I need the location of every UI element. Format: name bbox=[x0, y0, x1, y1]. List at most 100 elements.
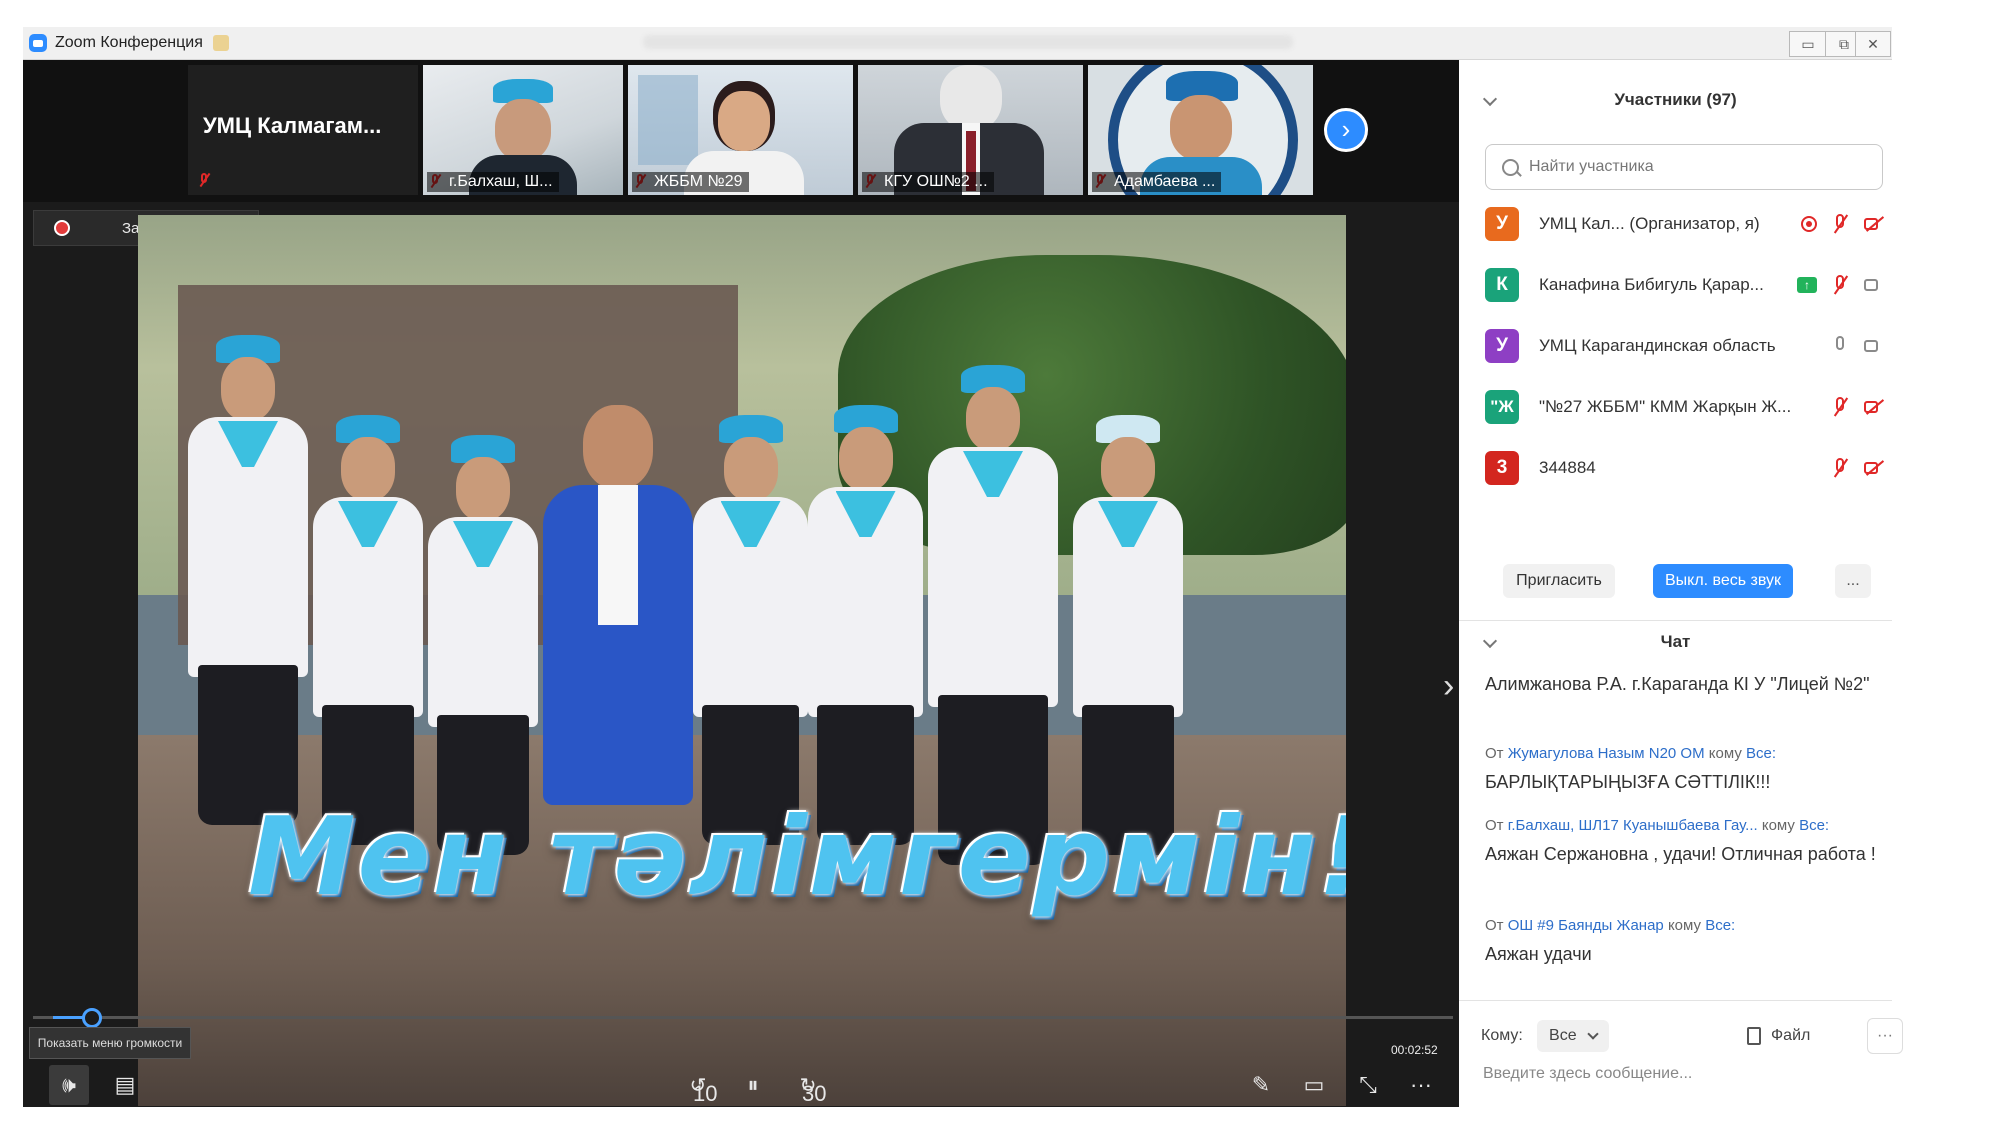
chat-sender[interactable]: Жумагулова Назым N20 ОМ bbox=[1508, 745, 1705, 762]
recipient-select[interactable]: Все bbox=[1536, 1020, 1609, 1052]
caption-icon[interactable]: ▭ bbox=[1294, 1065, 1334, 1105]
shared-video[interactable]: Мен тәлімгермін! bbox=[138, 215, 1346, 1106]
forward-30-button[interactable]: ↻ 30 bbox=[788, 1065, 828, 1106]
more-options-icon[interactable]: ··· bbox=[1401, 1065, 1441, 1105]
camera-off-icon[interactable] bbox=[1863, 396, 1885, 418]
chat-icon[interactable]: ▤ bbox=[105, 1065, 145, 1105]
chevron-right-icon: › bbox=[1341, 114, 1351, 144]
participant-search-input[interactable] bbox=[1527, 157, 1871, 177]
video-tile[interactable]: г.Балхаш, Ш... bbox=[423, 65, 623, 195]
self-tile[interactable]: УМЦ Калмагам... bbox=[188, 65, 418, 195]
chat-title: Чат bbox=[1660, 632, 1691, 651]
tile-name: ЖББМ №29 bbox=[632, 172, 749, 192]
mic-muted-icon bbox=[198, 173, 210, 187]
camera-off-icon[interactable] bbox=[1863, 457, 1885, 479]
zoom-window: Zoom Конференция ▭ ⧉ ✕ УМЦ Калмагам... г… bbox=[23, 27, 1903, 1107]
share-screen-icon: ↑ bbox=[1797, 277, 1817, 293]
chat-recipient[interactable]: Все: bbox=[1705, 917, 1735, 934]
right-panel: Участники (97) У УМЦ Кал... (Организатор… bbox=[1459, 60, 1903, 1107]
chat-message-input[interactable] bbox=[1481, 1064, 1885, 1084]
chat-more-button[interactable]: ··· bbox=[1867, 1018, 1903, 1054]
shield-icon[interactable] bbox=[212, 35, 229, 51]
exit-fullscreen-icon[interactable]: ⤡ bbox=[1348, 1065, 1388, 1105]
participants-title: Участники (97) bbox=[1614, 90, 1737, 109]
chat-message: От г.Балхаш, ШЛ17 Куанышбаева Гау... ком… bbox=[1485, 812, 1880, 868]
participant-name: "№27 ЖББМ" КММ Жарқын Ж... bbox=[1539, 397, 1792, 416]
chat-recipient[interactable]: Все: bbox=[1799, 817, 1829, 834]
participant-row[interactable]: 3 344884 bbox=[1485, 446, 1885, 490]
mic-muted-icon[interactable] bbox=[1829, 457, 1851, 479]
avatar: К bbox=[1485, 268, 1519, 302]
file-button[interactable]: Файл bbox=[1747, 1027, 1810, 1045]
chat-message-text: Аяжан удачи bbox=[1485, 944, 1592, 964]
participant-row[interactable]: У УМЦ Карагандинская область bbox=[1485, 324, 1885, 368]
pause-button[interactable]: ⏸ bbox=[733, 1065, 773, 1105]
mute-all-button[interactable]: Выкл. весь звук bbox=[1653, 564, 1793, 598]
camera-off-icon[interactable] bbox=[1863, 213, 1885, 235]
participant-row[interactable]: К Канафина Бибигуль Қарар... ↑ bbox=[1485, 263, 1885, 307]
rewind-10-button[interactable]: ↺ 10 bbox=[678, 1065, 718, 1106]
tile-name: КГУ ОШ№2 ... bbox=[862, 172, 994, 192]
avatar: "Ж bbox=[1485, 390, 1519, 424]
chat-message-text: БАРЛЫҚТАРЫҢЫЗҒА СӘТТІЛІК!!! bbox=[1485, 772, 1771, 792]
recording-icon bbox=[1801, 216, 1817, 232]
next-page-button[interactable]: › bbox=[1324, 108, 1368, 152]
participant-name: УМЦ Кал... (Организатор, я) bbox=[1539, 214, 1760, 233]
volume-tooltip: Показать меню громкости bbox=[29, 1027, 191, 1059]
chat-message: От Жумагулова Назым N20 ОМ кому Все: БАР… bbox=[1485, 740, 1880, 796]
video-tile[interactable]: ЖББМ №29 bbox=[628, 65, 853, 195]
participant-row[interactable]: "Ж "№27 ЖББМ" КММ Жарқын Ж... bbox=[1485, 385, 1885, 429]
recipient-label: Кому: bbox=[1481, 1027, 1523, 1044]
video-tile[interactable]: КГУ ОШ№2 ... bbox=[858, 65, 1083, 195]
avatar: У bbox=[1485, 329, 1519, 363]
video-tile[interactable]: Адамбаева ... bbox=[1088, 65, 1313, 195]
chat-sender[interactable]: г.Балхаш, ШЛ17 Куанышбаева Гау... bbox=[1508, 817, 1758, 834]
chat-sender[interactable]: ОШ #9 Баянды Жанар bbox=[1508, 917, 1664, 934]
search-icon bbox=[1502, 158, 1519, 176]
blurred-meeting-info bbox=[643, 35, 1293, 49]
chat-message-text: Аяжан Сержановна , удачи! Отличная работ… bbox=[1485, 844, 1876, 864]
volume-button[interactable]: 🕪 bbox=[49, 1065, 89, 1105]
tile-name: г.Балхаш, Ш... bbox=[427, 172, 559, 192]
timecode: 00:02:52 bbox=[1391, 1043, 1438, 1057]
video-overlay-title: Мен тәлімгермін! bbox=[248, 795, 1346, 920]
playback-progress-bar[interactable] bbox=[33, 1008, 1453, 1028]
chat-message: От ОШ #9 Баянды Жанар кому Все: Аяжан уд… bbox=[1485, 912, 1880, 968]
chevron-down-icon bbox=[1586, 1028, 1599, 1040]
participant-name: 344884 bbox=[1539, 458, 1596, 477]
camera-icon[interactable] bbox=[1863, 274, 1885, 296]
title-bar: Zoom Конференция ▭ ⧉ ✕ bbox=[23, 27, 1892, 60]
chat-message-text: Алимжанова Р.А. г.Караганда КІ У "Лицей … bbox=[1485, 674, 1870, 694]
recording-icon bbox=[54, 220, 70, 236]
mic-muted-icon[interactable] bbox=[1829, 274, 1851, 296]
chevron-right-icon[interactable]: › bbox=[1443, 667, 1454, 706]
chat-recipient-row: Кому: Все Файл ··· bbox=[1481, 1018, 1903, 1054]
close-button[interactable]: ✕ bbox=[1855, 31, 1891, 57]
chat-recipient[interactable]: Все: bbox=[1746, 745, 1776, 762]
minimize-button[interactable]: ▭ bbox=[1789, 31, 1827, 57]
avatar: У bbox=[1485, 207, 1519, 241]
video-area: УМЦ Калмагам... г.Балхаш, Ш... ЖББМ №29 bbox=[23, 60, 1459, 1107]
self-tile-name: УМЦ Калмагам... bbox=[203, 113, 382, 138]
mic-muted-icon[interactable] bbox=[1829, 396, 1851, 418]
gallery-strip: УМЦ Калмагам... г.Балхаш, Ш... ЖББМ №29 bbox=[23, 60, 1459, 202]
participant-name: УМЦ Карагандинская область bbox=[1539, 336, 1776, 355]
progress-handle[interactable] bbox=[82, 1008, 102, 1028]
participant-name: Канафина Бибигуль Қарар... bbox=[1539, 275, 1764, 294]
chat-message: Алимжанова Р.А. г.Караганда КІ У "Лицей … bbox=[1485, 670, 1880, 698]
mic-muted-icon[interactable] bbox=[1829, 213, 1851, 235]
tile-name: Адамбаева ... bbox=[1092, 172, 1222, 192]
participant-search[interactable] bbox=[1485, 144, 1883, 190]
avatar: 3 bbox=[1485, 451, 1519, 485]
participants-more-button[interactable]: ... bbox=[1835, 564, 1871, 598]
participants-header[interactable]: Участники (97) bbox=[1459, 80, 1892, 120]
chat-header[interactable]: Чат bbox=[1459, 622, 1892, 662]
participant-row[interactable]: У УМЦ Кал... (Организатор, я) bbox=[1485, 202, 1885, 246]
mic-icon[interactable] bbox=[1829, 335, 1851, 357]
zoom-logo-icon bbox=[29, 34, 47, 52]
invite-button[interactable]: Пригласить bbox=[1503, 564, 1615, 598]
window-title: Zoom Конференция bbox=[55, 34, 203, 51]
file-icon bbox=[1747, 1027, 1761, 1045]
camera-icon[interactable] bbox=[1863, 335, 1885, 357]
pen-icon[interactable]: ✎ bbox=[1241, 1065, 1281, 1105]
